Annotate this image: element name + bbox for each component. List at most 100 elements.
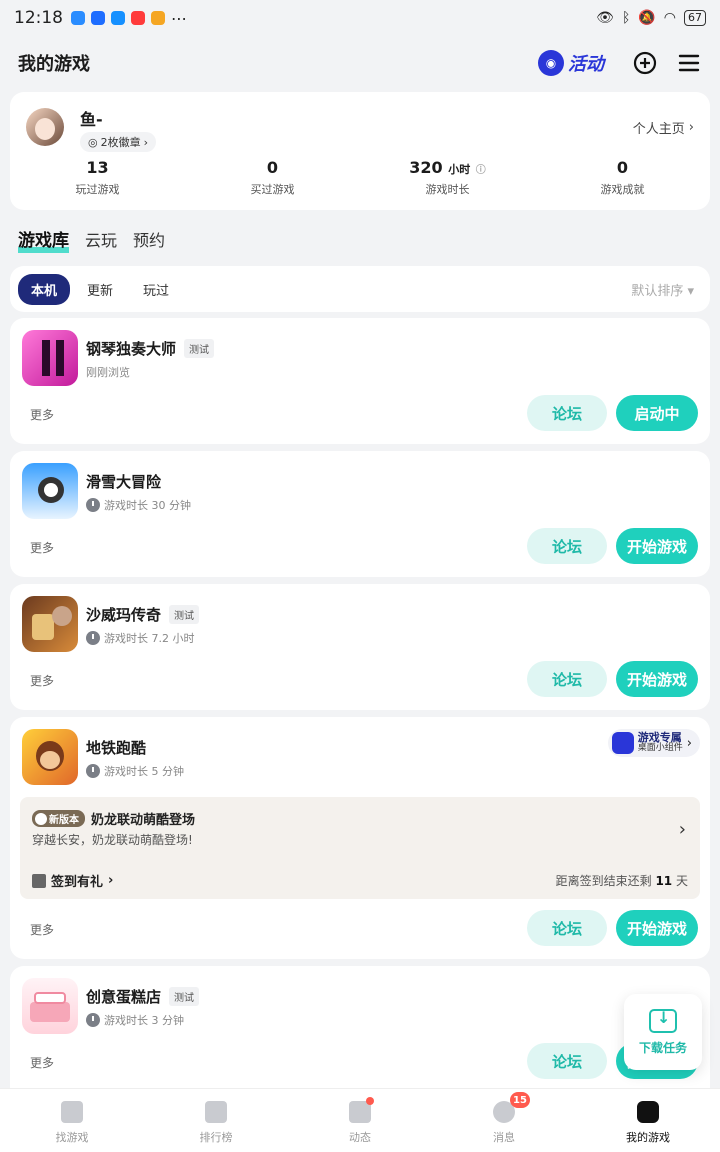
- forum-button[interactable]: 论坛: [527, 528, 607, 564]
- sort-dropdown[interactable]: 默认排序 ▾: [631, 280, 694, 299]
- stat-value: 0: [616, 158, 629, 177]
- test-tag: 测试: [169, 605, 200, 624]
- signin-remaining: 距离签到结束还剩 11 天: [556, 872, 688, 889]
- bottom-nav: 找游戏 排行榜 动态 15 消息 我的游戏: [0, 1088, 720, 1152]
- add-icon[interactable]: [632, 50, 658, 76]
- tab-reservations[interactable]: 预约: [133, 227, 165, 251]
- tab-game-library[interactable]: 游戏库: [18, 226, 69, 253]
- more-button[interactable]: 更多: [30, 539, 54, 556]
- game-card[interactable]: 沙威玛传奇 测试 游戏时长 7.2 小时 更多 论坛 开始游戏: [10, 584, 710, 710]
- app-notification-icon: [131, 11, 145, 25]
- profile-card: 鱼- ◎ 2枚徽章 › 个人主页 › 13 玩过游戏 0 买过游戏 320 小时…: [10, 92, 710, 210]
- game-subtitle: 游戏时长 30 分钟: [86, 497, 191, 513]
- start-game-button[interactable]: 开始游戏: [616, 661, 698, 697]
- stat-value: 0: [266, 158, 279, 177]
- activity-label: 活动: [568, 54, 604, 75]
- top-header: 我的游戏 ◉ 活动: [0, 40, 720, 86]
- game-card[interactable]: 创意蛋糕店 测试 游戏时长 3 分钟 更多 论坛 开始游戏: [10, 966, 710, 1088]
- gift-icon: [32, 873, 46, 888]
- game-name: 钢琴独奏大师: [86, 340, 177, 358]
- forum-button[interactable]: 论坛: [527, 1043, 607, 1079]
- activity-button[interactable]: ◉ 活动: [532, 47, 614, 79]
- avatar[interactable]: [26, 108, 64, 146]
- clock-icon: [86, 1013, 100, 1027]
- widget-subtitle: 桌面小组件: [637, 743, 683, 753]
- mascot-icon: ◉: [538, 50, 564, 76]
- caret-down-icon: ▾: [687, 283, 694, 299]
- medal-icon: ◎: [88, 135, 98, 149]
- signin-label: 签到有礼: [51, 875, 104, 890]
- game-subtitle: 刚刚浏览: [86, 364, 130, 380]
- new-version-label: 新版本: [49, 815, 79, 826]
- stat-unit: 小时: [448, 163, 471, 176]
- game-icon-piano: [22, 330, 78, 386]
- forum-button[interactable]: 论坛: [527, 395, 607, 431]
- test-tag: 测试: [169, 987, 200, 1006]
- start-game-button[interactable]: 开始游戏: [616, 528, 698, 564]
- game-icon-cake-shop: [22, 978, 78, 1034]
- game-subtitle: 游戏时长 3 分钟: [86, 1012, 184, 1028]
- game-name-row: 钢琴独奏大师 测试: [86, 338, 215, 359]
- widget-title: 游戏专属: [637, 731, 682, 744]
- forum-button[interactable]: 论坛: [527, 661, 607, 697]
- filter-chip-local[interactable]: 本机: [18, 273, 71, 305]
- nav-label: 排行榜: [199, 1131, 233, 1144]
- wifi-icon: ◠: [663, 10, 676, 26]
- news-panel[interactable]: 新版本 奶龙联动萌酷登场 穿越长安，奶龙联动萌酷登场! › 签到有礼 › 距离签…: [20, 797, 700, 899]
- username: 鱼-: [80, 110, 103, 129]
- forum-button[interactable]: 论坛: [527, 910, 607, 946]
- more-button[interactable]: 更多: [30, 921, 54, 938]
- filter-chip-played[interactable]: 玩过: [130, 274, 182, 305]
- stat-bought[interactable]: 0 买过游戏: [185, 158, 360, 197]
- nav-find-games[interactable]: 找游戏: [0, 1089, 144, 1152]
- gamepad-icon: [611, 732, 634, 754]
- desktop-widget-button[interactable]: 游戏专属 桌面小组件 ›: [607, 729, 700, 757]
- nav-messages[interactable]: 15 消息: [432, 1089, 576, 1152]
- game-name-row: 滑雪大冒险: [86, 471, 161, 492]
- battery-indicator: 67: [684, 10, 706, 26]
- game-card[interactable]: 钢琴独奏大师 测试 刚刚浏览 更多 论坛 启动中: [10, 318, 710, 444]
- filter-chip-updates[interactable]: 更新: [74, 274, 126, 305]
- menu-icon[interactable]: [676, 50, 702, 76]
- stat-label: 游戏时长: [425, 183, 470, 196]
- hammer-icon: [61, 1101, 83, 1123]
- status-time: 12:18: [14, 8, 63, 28]
- playtime-text: 游戏时长 7.2 小时: [104, 632, 195, 645]
- app-notification-icon: [111, 11, 125, 25]
- more-notifications-icon: ⋯: [171, 8, 187, 28]
- download-tasks-button[interactable]: 下载任务: [624, 994, 702, 1070]
- more-button[interactable]: 更多: [30, 1054, 54, 1071]
- chevron-right-icon: ›: [108, 873, 114, 888]
- playtime-text: 游戏时长 3 分钟: [104, 1014, 184, 1027]
- chevron-right-icon: ›: [688, 120, 694, 135]
- news-description: 穿越长安，奶龙联动萌酷登场!: [32, 833, 193, 847]
- game-name: 滑雪大冒险: [86, 473, 162, 491]
- nav-label: 消息: [493, 1131, 515, 1144]
- medals-button[interactable]: ◎ 2枚徽章 ›: [80, 132, 157, 152]
- tab-cloud-play[interactable]: 云玩: [85, 227, 117, 251]
- game-icon-shawarma: [22, 596, 78, 652]
- status-bar: 12:18 ⋯ 👁 ᛒ 🔕 ◠ 67: [0, 0, 720, 36]
- game-card[interactable]: 滑雪大冒险 游戏时长 30 分钟 更多 论坛 开始游戏: [10, 451, 710, 577]
- stat-played[interactable]: 13 玩过游戏: [10, 158, 185, 197]
- more-button[interactable]: 更多: [30, 406, 54, 423]
- podium-icon: [205, 1101, 227, 1123]
- more-button[interactable]: 更多: [30, 672, 54, 689]
- new-version-tag: 新版本: [32, 810, 85, 827]
- nav-feed[interactable]: 动态: [288, 1089, 432, 1152]
- nav-rankings[interactable]: 排行榜: [144, 1089, 288, 1152]
- signin-gift-link[interactable]: 签到有礼 ›: [32, 871, 113, 890]
- news-title: 奶龙联动萌酷登场: [91, 813, 196, 828]
- chevron-right-icon[interactable]: ›: [679, 819, 686, 840]
- stat-playtime[interactable]: 320 小时 ⓘ 游戏时长: [360, 158, 535, 197]
- homepage-link[interactable]: 个人主页 ›: [633, 118, 694, 137]
- start-game-button[interactable]: 开始游戏: [616, 910, 698, 946]
- version-icon: [35, 812, 47, 825]
- nav-my-games[interactable]: 我的游戏: [576, 1089, 720, 1152]
- game-card[interactable]: 地铁跑酷 游戏时长 5 分钟 游戏专属 桌面小组件 › 新版本 奶龙联动萌酷登场…: [10, 717, 710, 959]
- launching-button[interactable]: 启动中: [616, 395, 698, 431]
- info-icon: ⓘ: [475, 165, 486, 176]
- stat-achievements[interactable]: 0 游戏成就: [535, 158, 710, 197]
- eye-icon: 👁: [596, 10, 614, 26]
- bluetooth-icon: ᛒ: [621, 10, 631, 26]
